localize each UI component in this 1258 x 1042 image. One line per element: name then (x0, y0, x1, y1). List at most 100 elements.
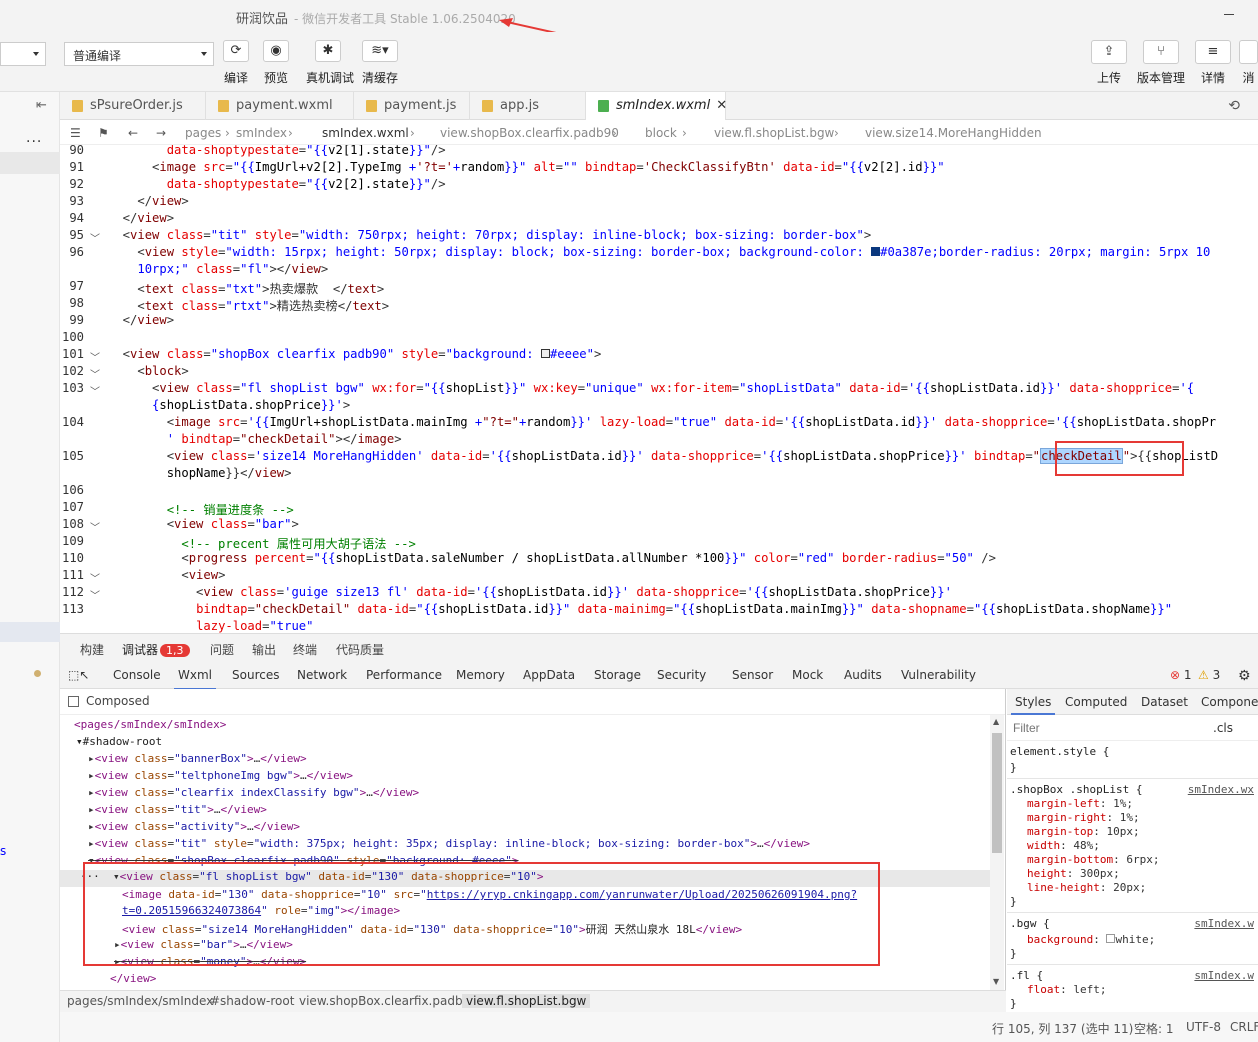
tree-row[interactable]: ▸<view class="tit">…</view> (88, 803, 267, 816)
rule-source-link[interactable]: smIndex.w (1194, 917, 1254, 930)
dom-crumb[interactable]: view.shopBox.clearfix.padb90 (299, 994, 478, 1008)
scroll-down-icon[interactable]: ▼ (993, 977, 999, 986)
style-prop[interactable]: margin-top: 10px; (1027, 825, 1140, 838)
tab-smindex-wxml[interactable]: smIndex.wxml ✕ (586, 92, 727, 120)
tree-row[interactable]: <pages/smIndex/smIndex> (74, 718, 226, 731)
vertical-scrollbar[interactable]: ▲ ▼ (990, 715, 1004, 990)
rule-source-link[interactable]: smIndex.wx (1188, 783, 1254, 796)
details-button[interactable]: ≡ 详情 (1187, 40, 1239, 86)
tab-payment-wxml[interactable]: payment.wxml (206, 92, 354, 120)
tab-code-quality[interactable]: 代码质量 (336, 641, 384, 658)
encoding[interactable]: UTF-8 (1186, 1020, 1221, 1034)
style-prop[interactable]: margin-right: 1%; (1027, 811, 1140, 824)
sidebar-highlight-row[interactable] (0, 622, 60, 642)
dom-crumb-active[interactable]: view.fl.shopList.bgw (462, 994, 591, 1008)
tab-mock[interactable]: Mock (792, 668, 823, 682)
tab-dataset[interactable]: Dataset (1141, 695, 1188, 709)
mode-select[interactable] (0, 42, 46, 66)
tab-component[interactable]: Componen (1201, 695, 1258, 709)
inspect-element-icon[interactable]: ⬚↖ (68, 668, 89, 682)
tab-app-js[interactable]: app.js (470, 92, 586, 120)
tree-row[interactable]: </view> (110, 972, 156, 985)
fold-chevron-icon[interactable]: ﹀ (90, 383, 100, 398)
tab-sources[interactable]: Sources (232, 668, 279, 682)
tab-problems[interactable]: 问题 (210, 641, 234, 658)
style-prop[interactable]: background: white; (1027, 933, 1155, 946)
remote-debug-button[interactable]: ✱ 真机调试 (306, 40, 354, 86)
list-icon[interactable]: ☰ (70, 126, 81, 140)
tab-memory[interactable]: Memory (456, 668, 505, 682)
compile-button[interactable]: ⟳ 编译 (214, 40, 258, 86)
cursor-position[interactable]: 行 105, 列 137 (选中 11) (992, 1020, 1133, 1037)
collapse-sidebar-icon[interactable]: ⇤ (36, 98, 47, 113)
breadcrumb-item[interactable]: view.size14.MoreHangHidden (865, 126, 1042, 140)
dom-crumb[interactable]: pages/smIndex/smIndex (67, 994, 213, 1008)
fold-chevron-icon[interactable]: ﹀ (90, 587, 100, 602)
breadcrumb-item[interactable]: view.shopBox.clearfix.padb90 (440, 126, 619, 140)
line-ending[interactable]: CRLF (1230, 1020, 1258, 1034)
style-prop[interactable]: margin-left: 1%; (1027, 797, 1133, 810)
preview-button[interactable]: ◉ 预览 (254, 40, 298, 86)
tab-storage[interactable]: Storage (594, 668, 641, 682)
split-editor-icon[interactable]: ⟲ (1228, 98, 1240, 114)
breadcrumb-item[interactable]: pages (185, 126, 221, 140)
fold-chevron-icon[interactable]: ﹀ (90, 366, 100, 381)
composed-checkbox[interactable] (68, 696, 79, 707)
minimize-icon[interactable] (1222, 6, 1236, 20)
tree-row[interactable]: ▾#shadow-root (76, 735, 162, 748)
clear-cache-button[interactable]: ≋▾ 清缓存 (358, 40, 402, 86)
tab-payment-js[interactable]: payment.js (354, 92, 470, 120)
tab-styles[interactable]: Styles (1010, 695, 1056, 715)
message-button[interactable]: 消 (1239, 40, 1258, 86)
bookmark-icon[interactable]: ⚑ (98, 126, 109, 140)
breadcrumb-item[interactable]: smIndex (236, 126, 287, 140)
rule-source-link[interactable]: smIndex.w (1194, 969, 1254, 982)
version-button[interactable]: ⑂ 版本管理 (1135, 40, 1187, 86)
cls-toggle[interactable]: .cls (1213, 721, 1233, 735)
more-icon[interactable]: ··· (26, 134, 42, 150)
tab-audits[interactable]: Audits (844, 668, 882, 682)
fold-chevron-icon[interactable]: ﹀ (90, 349, 100, 364)
tree-row[interactable]: ▸<view class="teltphoneImg bgw">…</view> (88, 769, 353, 782)
tab-build[interactable]: 构建 (80, 641, 104, 658)
style-prop[interactable]: margin-bottom: 6rpx; (1027, 853, 1159, 866)
fold-chevron-icon[interactable]: ﹀ (90, 570, 100, 585)
tab-spsureorder[interactable]: sPsureOrder.js (60, 92, 206, 120)
fold-chevron-icon[interactable]: ﹀ (90, 230, 100, 245)
scrollbar-thumb[interactable] (992, 733, 1002, 853)
tab-terminal[interactable]: 终端 (293, 641, 317, 658)
tab-wxml[interactable]: Wxml (174, 668, 216, 690)
gear-icon[interactable]: ⚙ (1238, 668, 1251, 684)
tab-performance[interactable]: Performance (366, 668, 442, 682)
breadcrumb-item[interactable]: view.fl.shopList.bgw (714, 126, 834, 140)
tab-network[interactable]: Network (297, 668, 347, 682)
style-prop[interactable]: height: 300px; (1027, 867, 1120, 880)
forward-icon[interactable]: → (156, 126, 166, 140)
compile-select[interactable]: 普通编译 (64, 42, 214, 66)
tab-output[interactable]: 输出 (252, 641, 276, 658)
tree-row[interactable]: ▸<view class="bannerBox">…</view> (88, 752, 307, 765)
tab-sensor[interactable]: Sensor (732, 668, 773, 682)
upload-button[interactable]: ⇪ 上传 (1083, 40, 1135, 86)
code-editor[interactable]: 90 91 92 93 94 95 96 97 98 99 100 101 10… (60, 145, 1258, 633)
dom-crumb[interactable]: #shadow-root (210, 994, 294, 1008)
scroll-up-icon[interactable]: ▲ (993, 717, 999, 726)
indent-setting[interactable]: 空格: 1 (1134, 1020, 1174, 1037)
style-prop[interactable]: float: left; (1027, 983, 1107, 996)
tree-row[interactable]: ▸<view class="activity">…</view> (88, 820, 300, 833)
styles-filter-input[interactable] (1009, 718, 1203, 738)
close-icon[interactable]: ✕ (716, 98, 727, 113)
tree-row[interactable]: ▸<view class="tit" style="width: 375px; … (88, 837, 810, 850)
breadcrumb-item[interactable]: block (645, 126, 677, 140)
tab-console[interactable]: Console (113, 668, 161, 682)
tab-vulnerability[interactable]: Vulnerability (901, 668, 976, 682)
breadcrumb-item[interactable]: smIndex.wxml (322, 126, 409, 140)
tab-computed[interactable]: Computed (1065, 695, 1127, 709)
tab-security[interactable]: Security (657, 668, 706, 682)
tab-appdata[interactable]: AppData (523, 668, 575, 682)
warning-count[interactable]: ⚠ 3 (1198, 668, 1220, 682)
sidebar-selected-row[interactable] (0, 152, 60, 174)
style-prop[interactable]: line-height: 20px; (1027, 881, 1146, 894)
fold-chevron-icon[interactable]: ﹀ (90, 519, 100, 534)
tree-row[interactable]: ▸<view class="clearfix indexClassify bgw… (88, 786, 419, 799)
